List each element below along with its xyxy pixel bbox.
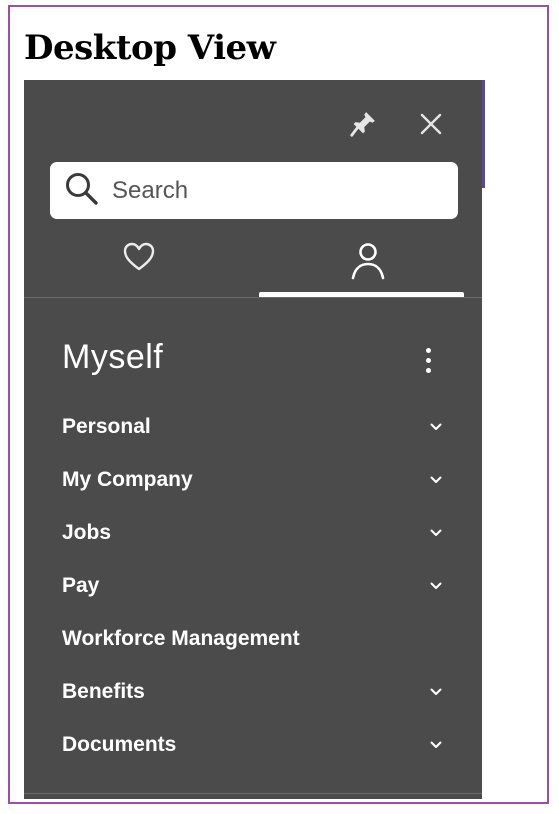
chevron-down-icon bbox=[428, 578, 444, 594]
close-button[interactable] bbox=[414, 109, 448, 143]
nav-item-workforce-management[interactable]: Workforce Management bbox=[62, 619, 444, 659]
close-icon bbox=[419, 112, 443, 140]
more-options-button[interactable] bbox=[418, 342, 438, 378]
nav-item-pay[interactable]: Pay bbox=[62, 566, 444, 606]
divider bbox=[24, 297, 482, 298]
nav-item-benefits[interactable]: Benefits bbox=[62, 672, 444, 712]
tab-myself[interactable] bbox=[253, 235, 482, 297]
nav-item-label: Documents bbox=[62, 733, 177, 756]
nav-item-label: Jobs bbox=[62, 521, 112, 544]
pin-icon bbox=[348, 109, 378, 143]
chevron-down-icon bbox=[428, 684, 444, 700]
panel-tabs bbox=[24, 235, 482, 297]
search-icon bbox=[64, 171, 100, 211]
person-icon bbox=[349, 241, 387, 285]
tab-favorites[interactable] bbox=[24, 235, 253, 297]
search-box[interactable] bbox=[50, 162, 458, 219]
nav-item-documents[interactable]: Documents bbox=[62, 725, 444, 765]
search-input[interactable] bbox=[110, 175, 434, 206]
pin-button[interactable] bbox=[346, 109, 380, 143]
divider bbox=[24, 793, 482, 794]
more-vertical-icon-dot bbox=[425, 367, 431, 373]
more-vertical-icon-dot bbox=[425, 357, 431, 363]
nav-item-label: Workforce Management bbox=[62, 627, 300, 650]
chevron-down-icon bbox=[428, 472, 444, 488]
nav-item-my-company[interactable]: My Company bbox=[62, 460, 444, 500]
nav-item-label: Personal bbox=[62, 415, 151, 438]
nav-item-label: Benefits bbox=[62, 680, 145, 703]
nav-item-personal[interactable]: Personal bbox=[62, 407, 444, 447]
chevron-down-icon bbox=[428, 737, 444, 753]
nav-item-jobs[interactable]: Jobs bbox=[62, 513, 444, 553]
accent-strip bbox=[482, 80, 485, 188]
section-title: Myself bbox=[62, 338, 164, 376]
chevron-down-icon bbox=[428, 419, 444, 435]
page-title: Desktop View bbox=[24, 28, 276, 68]
nav-item-label: Pay bbox=[62, 574, 100, 597]
navigation-panel: Myself Personal My Company Jobs Pay Work… bbox=[24, 80, 482, 799]
nav-item-label: My Company bbox=[62, 468, 193, 491]
heart-icon bbox=[122, 241, 156, 277]
more-vertical-icon-dot bbox=[425, 347, 431, 353]
chevron-down-icon bbox=[428, 525, 444, 541]
